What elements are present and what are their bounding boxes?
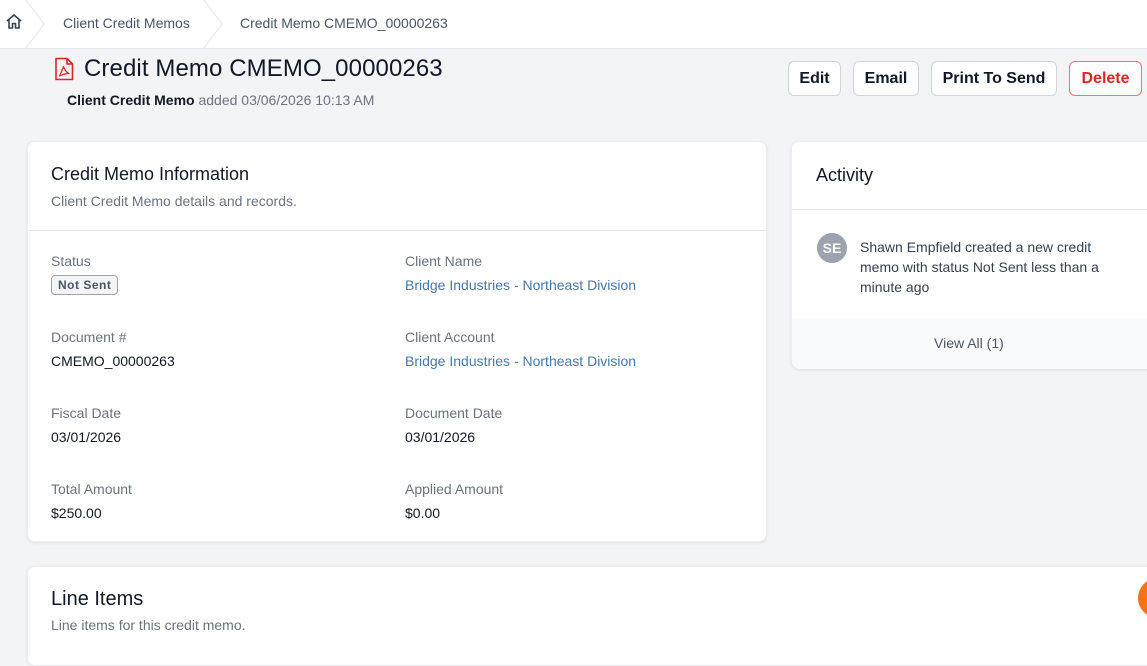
fiscal-date-value: 03/01/2026	[51, 429, 122, 445]
activity-card: Activity SE Shawn Empfield created a new…	[791, 141, 1147, 369]
subtitle-record-type: Client Credit Memo	[67, 92, 195, 108]
edit-button[interactable]: Edit	[788, 61, 841, 96]
status-label: Status	[51, 253, 91, 269]
total-amount-label: Total Amount	[51, 481, 132, 497]
line-items-title: Line Items	[51, 588, 144, 610]
info-card-title: Credit Memo Information	[51, 164, 250, 184]
info-card-divider	[28, 230, 766, 231]
document-number-label: Document #	[51, 329, 127, 345]
client-name-link[interactable]: Bridge Industries - Northeast Division	[405, 277, 636, 293]
client-name-label: Client Name	[405, 253, 483, 269]
home-icon[interactable]	[4, 12, 24, 32]
fiscal-date-label: Fiscal Date	[51, 405, 122, 421]
breadcrumb-client-credit-memos[interactable]: Client Credit Memos	[63, 15, 190, 31]
breadcrumb-separator	[25, 0, 45, 48]
document-date-label: Document Date	[405, 405, 503, 421]
page-subtitle: Client Credit Memo added 03/06/2026 10:1…	[67, 92, 374, 108]
email-button[interactable]: Email	[853, 61, 919, 96]
print-to-send-button[interactable]: Print To Send	[931, 61, 1057, 96]
activity-card-divider	[792, 209, 1147, 210]
line-items-description: Line items for this credit memo.	[51, 617, 246, 633]
document-number-value: CMEMO_00000263	[51, 353, 175, 369]
credit-memo-information-card: Credit Memo Information Client Credit Me…	[27, 141, 767, 542]
status-badge: Not Sent	[51, 275, 119, 295]
applied-amount-value: $0.00	[405, 505, 441, 521]
view-all-link[interactable]: View All (1)	[934, 335, 1004, 351]
pdf-file-icon	[55, 57, 74, 81]
activity-entry: Shawn Empfield created a new credit memo…	[860, 239, 1099, 295]
avatar: SE	[817, 233, 847, 263]
line-items-card: Line Items Line items for this credit me…	[27, 566, 1147, 666]
document-date-value: 03/01/2026	[405, 429, 476, 445]
client-account-label: Client Account	[405, 329, 495, 345]
page-title: Credit Memo CMEMO_00000263	[84, 55, 443, 82]
breadcrumb-separator	[203, 0, 223, 48]
activity-card-title: Activity	[816, 165, 874, 185]
delete-button[interactable]: Delete	[1069, 61, 1142, 96]
breadcrumb: Client Credit Memos Credit Memo CMEMO_00…	[0, 0, 1147, 49]
subtitle-added-date: added 03/06/2026 10:13 AM	[194, 92, 375, 108]
client-account-link[interactable]: Bridge Industries - Northeast Division	[405, 353, 636, 369]
applied-amount-label: Applied Amount	[405, 481, 504, 497]
breadcrumb-current-memo: Credit Memo CMEMO_00000263	[240, 15, 448, 31]
total-amount-value: $250.00	[51, 505, 102, 521]
info-card-description: Client Credit Memo details and records.	[51, 193, 297, 209]
